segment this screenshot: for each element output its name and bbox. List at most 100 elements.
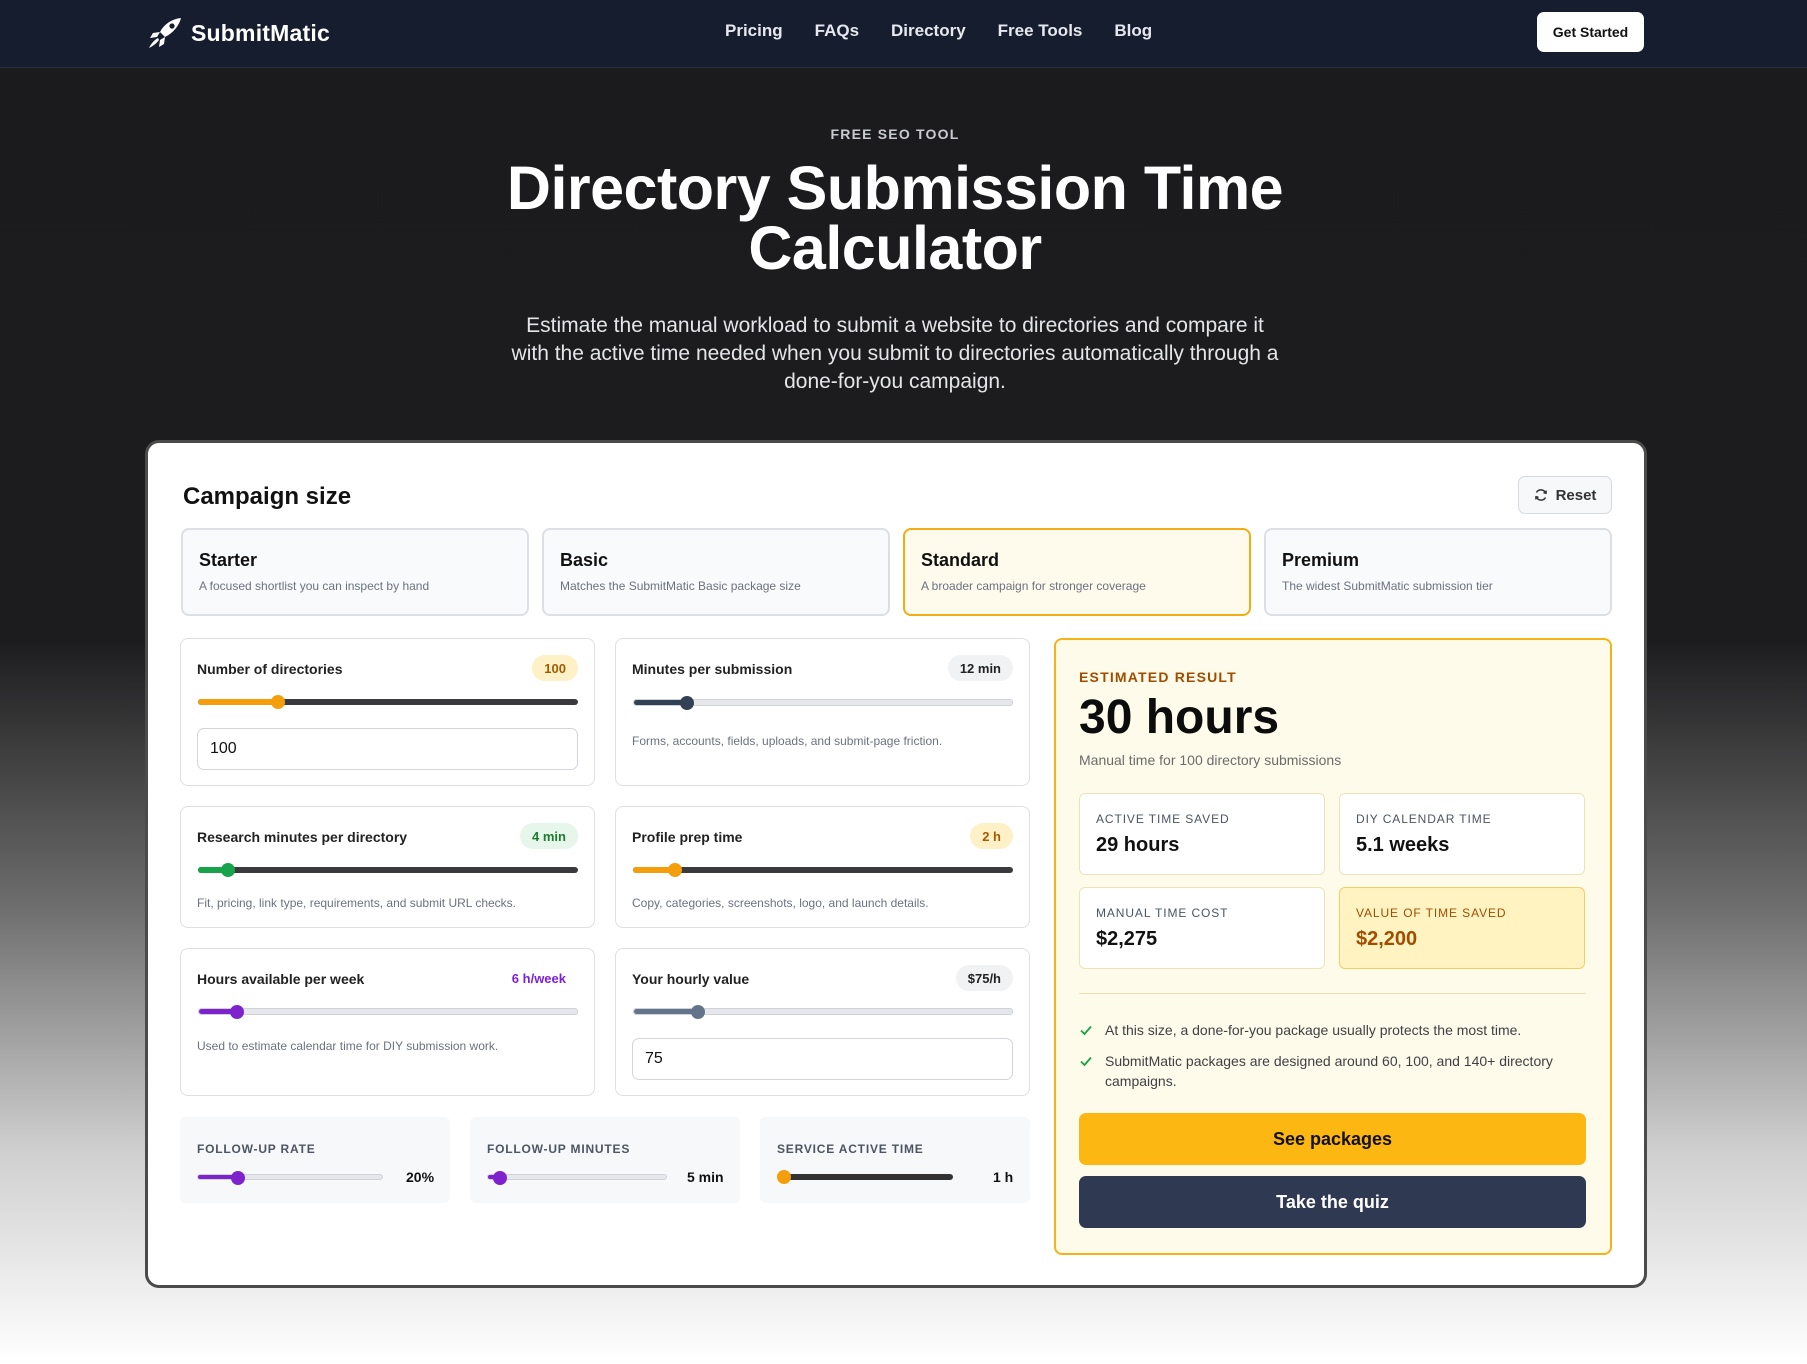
result-bullet: At this size, a done-for-you package usu… [1079,1020,1579,1040]
service-active-time-card: SERVICE ACTIVE TIME 1 h [760,1117,1030,1203]
slider-thumb[interactable] [229,1005,244,1019]
profile-slider[interactable] [633,863,1013,877]
follow-up-rate-slider[interactable] [197,1171,383,1185]
hourly-input[interactable] [632,1038,1013,1080]
hourly-value-badge: $75/h [955,965,1013,991]
page-title: Directory Submission Time Calculator [506,154,1284,282]
service-active-time-label: SERVICE ACTIVE TIME [777,1142,924,1156]
research-hint: Fit, pricing, link type, requirements, a… [197,896,517,910]
tier-standard[interactable]: Standard A broader campaign for stronger… [903,528,1251,616]
profile-label: Profile prep time [632,829,743,845]
hourly-panel: Your hourly value $75/h [615,948,1030,1096]
stat-manual-time-cost: MANUAL TIME COST $2,275 [1079,887,1325,969]
hours-slider[interactable] [198,1005,578,1019]
nav-link-faqs[interactable]: FAQs [815,21,859,41]
directories-value-badge: 100 [532,655,578,681]
directories-input[interactable] [197,728,578,770]
stat-label: VALUE OF TIME SAVED [1356,906,1507,920]
stat-active-time-saved: ACTIVE TIME SAVED 29 hours [1079,793,1325,875]
directories-label: Number of directories [197,661,343,677]
hero-eyebrow: FREE SEO TOOL [830,126,960,142]
nav-links: Pricing FAQs Directory Free Tools Blog [725,21,1152,41]
nav-link-blog[interactable]: Blog [1114,21,1152,41]
rocket-icon [149,18,181,48]
tier-starter[interactable]: Starter A focused shortlist you can insp… [181,528,529,616]
slider-thumb[interactable] [221,863,236,877]
nav-link-pricing[interactable]: Pricing [725,21,783,41]
top-nav: SubmitMatic Pricing FAQs Directory Free … [0,0,1807,68]
see-packages-button[interactable]: See packages [1079,1113,1586,1165]
slider-thumb[interactable] [691,1005,706,1019]
brand-logo[interactable]: SubmitMatic [147,16,330,50]
profile-hint: Copy, categories, screenshots, logo, and… [632,896,929,910]
follow-up-minutes-value: 5 min [687,1169,724,1185]
slider-fill [634,700,687,705]
check-icon [1080,1025,1092,1036]
minutes-hint: Forms, accounts, fields, uploads, and su… [632,734,943,748]
tier-name: Starter [199,550,258,570]
tier-premium[interactable]: Premium The widest SubmitMatic submissio… [1264,528,1612,616]
bullet-text: At this size, a done-for-you package usu… [1105,1022,1522,1038]
hourly-label: Your hourly value [632,971,750,987]
service-active-time-value: 1 h [993,1169,1014,1185]
slider-thumb[interactable] [777,1170,792,1184]
minutes-label: Minutes per submission [632,661,793,677]
stat-label: DIY CALENDAR TIME [1356,812,1492,826]
hours-panel: Hours available per week 6 h/week Used t… [180,948,595,1096]
minutes-slider[interactable] [633,696,1013,710]
bullet-text: SubmitMatic packages are designed around… [1105,1053,1553,1089]
nav-link-directory[interactable]: Directory [891,21,966,41]
profile-panel: Profile prep time 2 h Copy, categories, … [615,806,1030,928]
research-slider[interactable] [198,863,578,877]
get-started-button[interactable]: Get Started [1537,12,1644,52]
stat-value: $2,275 [1096,928,1158,950]
follow-up-minutes-label: FOLLOW-UP MINUTES [487,1142,631,1156]
follow-up-minutes-slider[interactable] [487,1171,667,1185]
reset-label: Reset [1555,486,1597,504]
result-panel: ESTIMATED RESULT 30 hours Manual time fo… [1054,638,1612,1255]
slider-thumb[interactable] [679,696,694,710]
result-headline: 30 hours [1079,691,1280,744]
tier-description: The widest SubmitMatic submission tier [1282,579,1493,593]
slider-fill [634,1009,699,1014]
follow-up-rate-value: 20% [406,1169,435,1185]
brand-name: SubmitMatic [191,19,330,46]
result-bullet: SubmitMatic packages are designed around… [1079,1051,1579,1091]
slider-thumb[interactable] [270,695,285,709]
follow-up-rate-card: FOLLOW-UP RATE 20% [180,1117,450,1203]
tier-description: Matches the SubmitMatic Basic package si… [560,579,801,593]
stat-value: $2,200 [1356,928,1418,950]
stat-value-of-time-saved: VALUE OF TIME SAVED $2,200 [1339,887,1585,969]
slider-thumb[interactable] [493,1171,508,1185]
follow-up-rate-label: FOLLOW-UP RATE [197,1142,316,1156]
hourly-slider[interactable] [633,1005,1013,1019]
hero-subtitle: Estimate the manual workload to submit a… [511,314,1279,393]
result-subline: Manual time for 100 directory submission… [1079,752,1342,768]
stat-diy-calendar-time: DIY CALENDAR TIME 5.1 weeks [1339,793,1585,875]
research-label: Research minutes per directory [197,829,408,845]
tier-name: Standard [921,550,1000,570]
stat-label: MANUAL TIME COST [1096,906,1229,920]
profile-value-badge: 2 h [970,823,1013,849]
slider-thumb[interactable] [231,1171,246,1185]
directories-slider[interactable] [198,695,578,709]
minutes-value-badge: 12 min [947,655,1013,681]
check-icon [1080,1056,1092,1067]
nav-link-free-tools[interactable]: Free Tools [998,21,1083,41]
hours-value-badge: 6 h/week [499,965,578,991]
service-active-time-slider[interactable] [777,1170,953,1184]
take-quiz-button[interactable]: Take the quiz [1079,1176,1586,1228]
stat-value: 29 hours [1096,834,1180,856]
slider-thumb[interactable] [667,863,682,877]
minutes-panel: Minutes per submission 12 min Forms, acc… [615,638,1030,786]
research-value-badge: 4 min [520,823,578,849]
tier-basic[interactable]: Basic Matches the SubmitMatic Basic pack… [542,528,890,616]
hours-hint: Used to estimate calendar time for DIY s… [197,1039,499,1053]
hours-label: Hours available per week [197,971,365,987]
stat-label: ACTIVE TIME SAVED [1096,812,1230,826]
campaign-size-title: Campaign size [183,483,352,510]
refresh-icon [1534,489,1547,501]
research-panel: Research minutes per directory 4 min Fit… [180,806,595,928]
reset-button[interactable]: Reset [1518,476,1612,514]
tier-description: A focused shortlist you can inspect by h… [199,579,430,593]
